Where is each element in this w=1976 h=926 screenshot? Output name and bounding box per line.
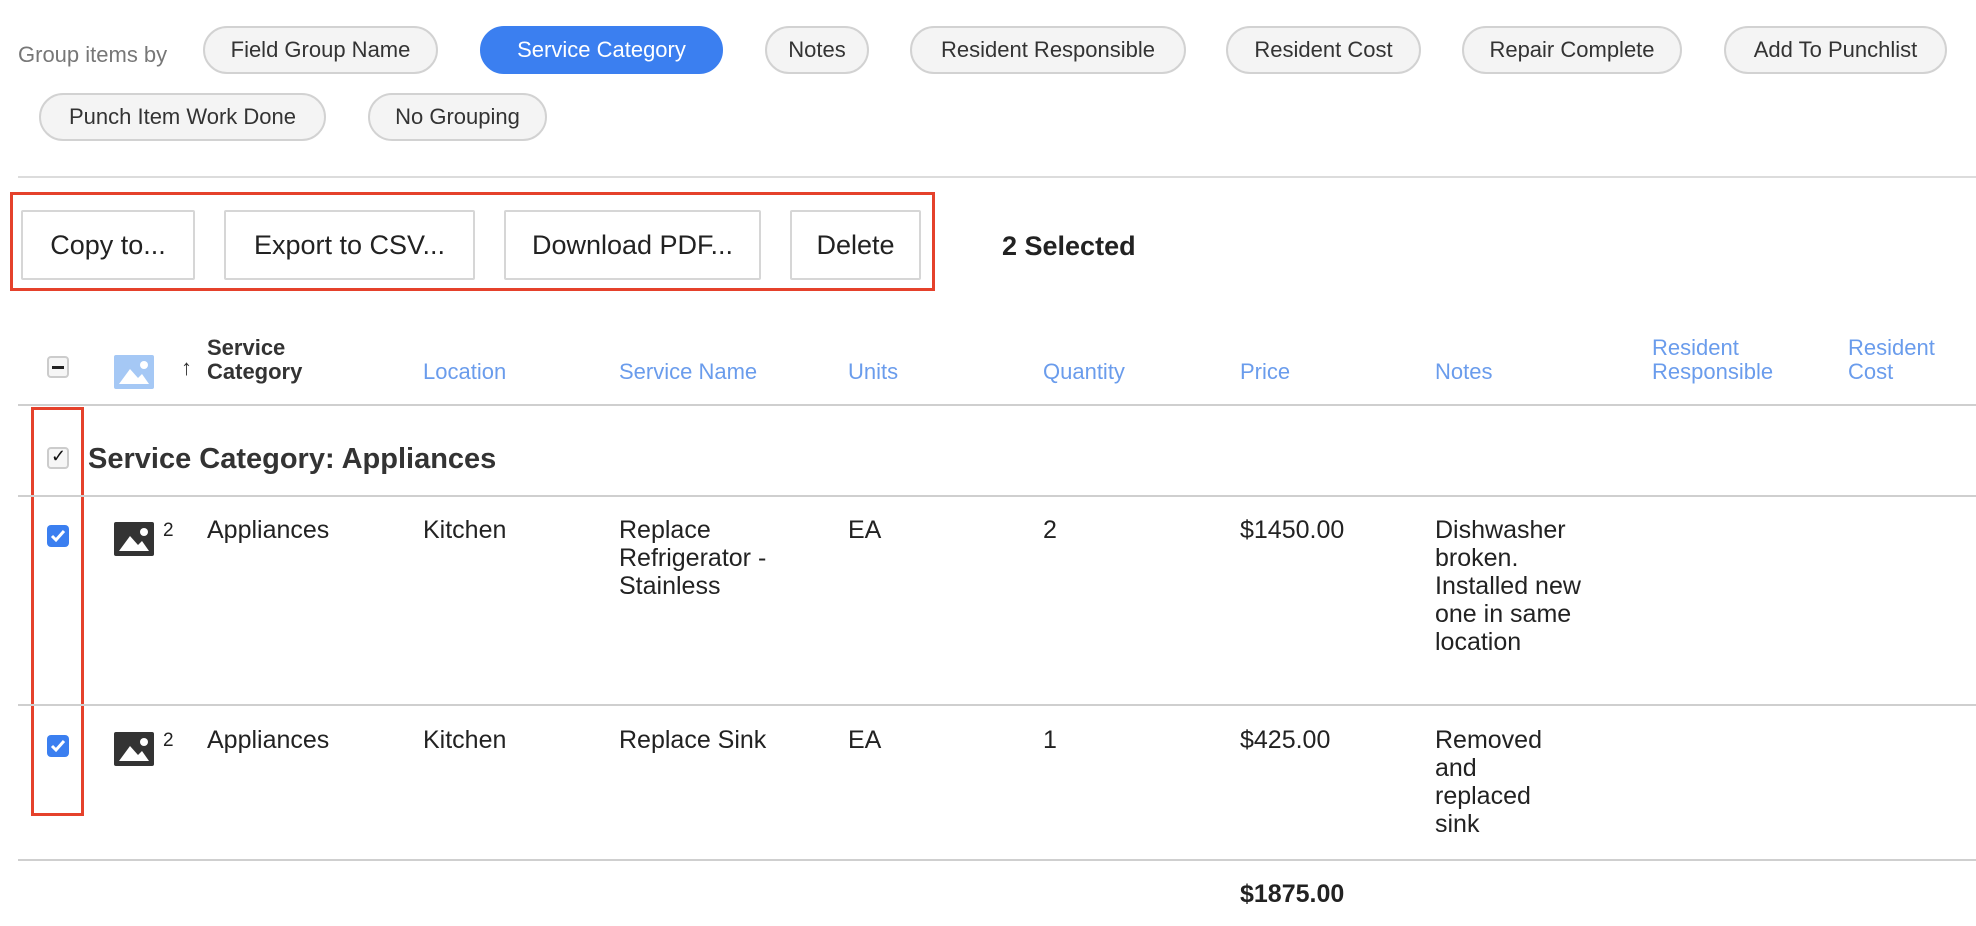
column-header-service-category[interactable]: Service Category [207,336,327,384]
group-chip-add-to-punchlist[interactable]: Add To Punchlist [1724,26,1947,74]
cell-quantity: 1 [1043,726,1057,754]
cell-service-name: Replace Sink [619,726,767,754]
cell-quantity: 2 [1043,516,1057,544]
cell-service-category: Appliances [207,726,330,754]
column-header-notes[interactable]: Notes [1435,360,1492,384]
cell-location: Kitchen [423,516,507,544]
group-chip-repair-complete[interactable]: Repair Complete [1462,26,1682,74]
divider [18,176,1976,178]
row-divider [18,495,1976,497]
sort-ascending-icon[interactable]: ↑ [181,355,192,381]
group-chip-no-grouping[interactable]: No Grouping [368,93,547,141]
row-divider [18,859,1976,861]
download-pdf-button[interactable]: Download PDF... [504,210,761,280]
column-header-resident-responsible[interactable]: Resident Responsible [1652,336,1792,384]
cell-service-category: Appliances [207,516,330,544]
check-icon: ✓ [51,446,67,466]
group-chip-notes[interactable]: Notes [765,26,869,74]
indeterminate-icon [52,366,64,369]
group-checkbox[interactable]: ✓ [47,446,69,469]
group-chip-resident-cost[interactable]: Resident Cost [1226,26,1421,74]
cell-price: $425.00 [1240,726,1331,754]
column-header-service-name[interactable]: Service Name [619,360,757,384]
header-divider [18,404,1976,406]
row-checkbox[interactable] [47,735,69,757]
column-header-resident-cost[interactable]: Resident Cost [1848,336,1948,384]
cell-units: EA [848,516,882,544]
cell-price: $1450.00 [1240,516,1345,544]
group-chip-service-category[interactable]: Service Category [480,26,723,74]
column-header-units[interactable]: Units [848,360,898,384]
column-header-quantity[interactable]: Quantity [1043,360,1125,384]
group-by-label: Group items by [18,42,168,67]
export-csv-button[interactable]: Export to CSV... [224,210,475,280]
check-icon [50,530,66,543]
photo-count: 2 [163,520,174,541]
cell-notes: Removed and replaced sink [1435,726,1542,838]
photo-icon[interactable] [114,522,154,556]
group-title: Service Category: Appliances [88,443,497,475]
price-total: $1875.00 [1240,880,1345,908]
column-header-price[interactable]: Price [1240,360,1290,384]
cell-units: EA [848,726,882,754]
selected-count: 2 Selected [1002,231,1136,261]
copy-to-button[interactable]: Copy to... [21,210,195,280]
cell-location: Kitchen [423,726,507,754]
group-chip-resident-responsible[interactable]: Resident Responsible [910,26,1186,74]
select-all-checkbox[interactable] [47,356,69,378]
cell-notes: Dishwasher broken. Installed new one in … [1435,516,1581,656]
cell-service-name: Replace Refrigerator - Stainless [619,516,767,600]
group-chip-punch-item-work-done[interactable]: Punch Item Work Done [39,93,326,141]
delete-button[interactable]: Delete [790,210,921,280]
photo-column-icon[interactable] [114,355,154,389]
row-divider [18,704,1976,706]
group-chip-field-group-name[interactable]: Field Group Name [203,26,438,74]
column-header-location[interactable]: Location [423,360,506,384]
photo-icon[interactable] [114,732,154,766]
row-checkbox[interactable] [47,525,69,547]
photo-count: 2 [163,730,174,751]
check-icon [50,740,66,753]
